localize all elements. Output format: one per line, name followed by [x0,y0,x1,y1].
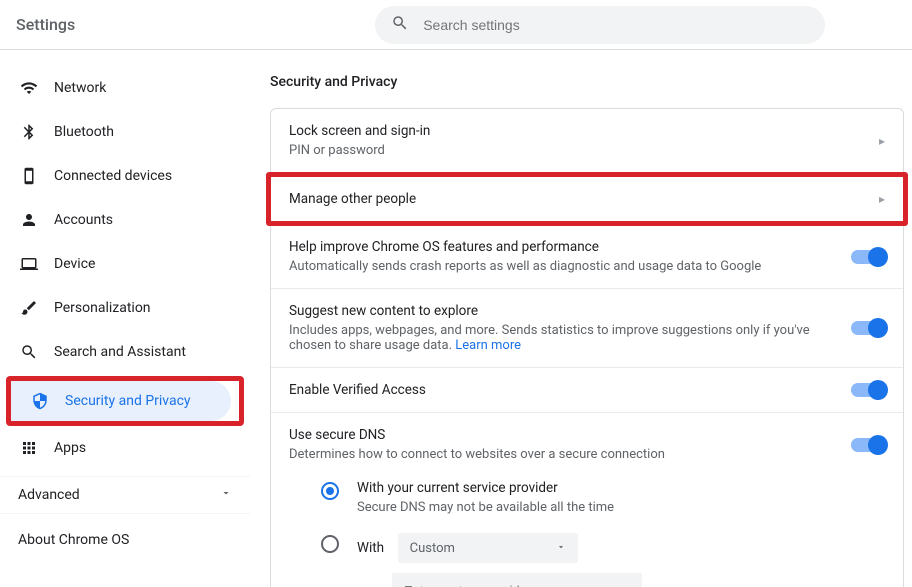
select-value: Custom [410,541,455,556]
row-title: Enable Verified Access [289,382,839,398]
sidebar-item-connected-devices[interactable]: Connected devices [0,156,250,196]
content-area: Security and Privacy Lock screen and sig… [250,50,912,587]
settings-card: Lock screen and sign-in PIN or password … [270,108,904,587]
radio-title: With [357,540,384,556]
row-desc: Includes apps, webpages, and more. Sends… [289,323,839,353]
radio-title: With your current service provider [357,480,614,496]
sidebar-item-label: Device [54,256,95,272]
row-title: Help improve Chrome OS features and perf… [289,239,839,255]
radio-icon [321,482,339,500]
bluetooth-icon [18,123,40,141]
radio-option-current-provider[interactable]: With your current service provider Secur… [321,480,885,515]
radio-icon [321,535,339,553]
chevron-down-icon [556,541,566,556]
page-title: Settings [16,15,75,34]
row-title: Lock screen and sign-in [289,123,871,139]
row-help-improve: Help improve Chrome OS features and perf… [271,225,903,289]
sidebar: Network Bluetooth Connected devices Acco… [0,50,250,587]
sidebar-item-label: Search and Assistant [54,344,186,360]
toggle-verified-access[interactable] [851,383,885,397]
sidebar-item-personalization[interactable]: Personalization [0,288,250,328]
row-desc: Automatically sends crash reports as wel… [289,259,839,274]
dns-provider-select[interactable]: Custom [398,533,578,563]
row-manage-people[interactable]: Manage other people ▸ [266,172,908,226]
advanced-toggle[interactable]: Advanced [0,476,250,513]
about-chrome-os[interactable]: About Chrome OS [0,513,250,566]
row-suggest-content: Suggest new content to explore Includes … [271,289,903,368]
search-input[interactable] [423,17,809,33]
dns-options: With your current service provider Secur… [271,476,903,587]
wifi-icon [18,79,40,97]
apps-icon [18,439,40,457]
radio-option-custom[interactable]: With Custom [321,533,885,587]
row-desc: PIN or password [289,143,871,158]
section-title: Security and Privacy [270,74,904,90]
advanced-label: Advanced [18,487,80,503]
sidebar-item-device[interactable]: Device [0,244,250,284]
sidebar-item-label: Network [54,80,106,96]
custom-provider-input[interactable] [392,573,642,587]
search-box[interactable] [375,6,825,44]
chevron-right-icon: ▸ [879,192,885,206]
sidebar-item-label: Personalization [54,300,151,316]
row-secure-dns: Use secure DNS Determines how to connect… [271,413,903,476]
row-title: Suggest new content to explore [289,303,839,319]
search-icon [18,343,40,361]
person-icon [18,211,40,229]
row-verified-access: Enable Verified Access [271,368,903,413]
sidebar-item-label: Apps [54,440,86,456]
laptop-icon [18,255,40,273]
about-label: About Chrome OS [18,532,129,548]
sidebar-item-search-assistant[interactable]: Search and Assistant [0,332,250,372]
sidebar-item-label: Security and Privacy [65,393,191,409]
radio-desc: Secure DNS may not be available all the … [357,500,614,515]
shield-icon [29,392,51,410]
search-icon [391,14,409,36]
sidebar-item-label: Accounts [54,212,113,228]
chevron-right-icon: ▸ [879,134,885,148]
sidebar-item-apps[interactable]: Apps [0,428,250,468]
chevron-down-icon [220,487,232,503]
sidebar-item-bluetooth[interactable]: Bluetooth [0,112,250,152]
brush-icon [18,299,40,317]
row-desc: Determines how to connect to websites ov… [289,447,839,462]
sidebar-item-network[interactable]: Network [0,68,250,108]
sidebar-item-label: Connected devices [54,168,172,184]
learn-more-link[interactable]: Learn more [455,338,521,353]
phone-icon [18,167,40,185]
sidebar-item-accounts[interactable]: Accounts [0,200,250,240]
toggle-secure-dns[interactable] [851,438,885,452]
row-title: Manage other people [289,191,871,207]
row-title: Use secure DNS [289,427,839,443]
sidebar-item-label: Bluetooth [54,124,114,140]
highlight-box-sidebar: Security and Privacy [6,376,244,426]
toggle-suggest-content[interactable] [851,321,885,335]
sidebar-item-security[interactable]: Security and Privacy [11,381,231,421]
row-lock-screen[interactable]: Lock screen and sign-in PIN or password … [271,109,903,173]
toggle-help-improve[interactable] [851,250,885,264]
